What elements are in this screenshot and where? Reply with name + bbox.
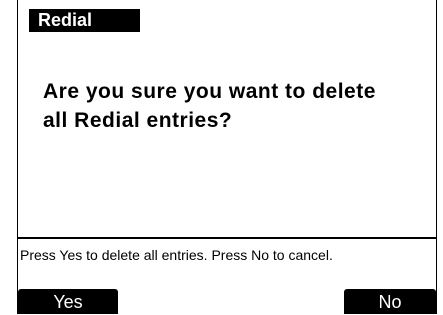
phone-screen: Redial Are you sure you want to delete a… (17, 0, 437, 314)
help-text: Press Yes to delete all entries. Press N… (20, 247, 333, 263)
no-softkey[interactable]: No (344, 289, 436, 314)
divider (18, 237, 436, 239)
yes-softkey[interactable]: Yes (18, 289, 118, 314)
screen-title: Redial (29, 9, 140, 32)
confirmation-message: Are you sure you want to delete all Redi… (43, 80, 376, 132)
